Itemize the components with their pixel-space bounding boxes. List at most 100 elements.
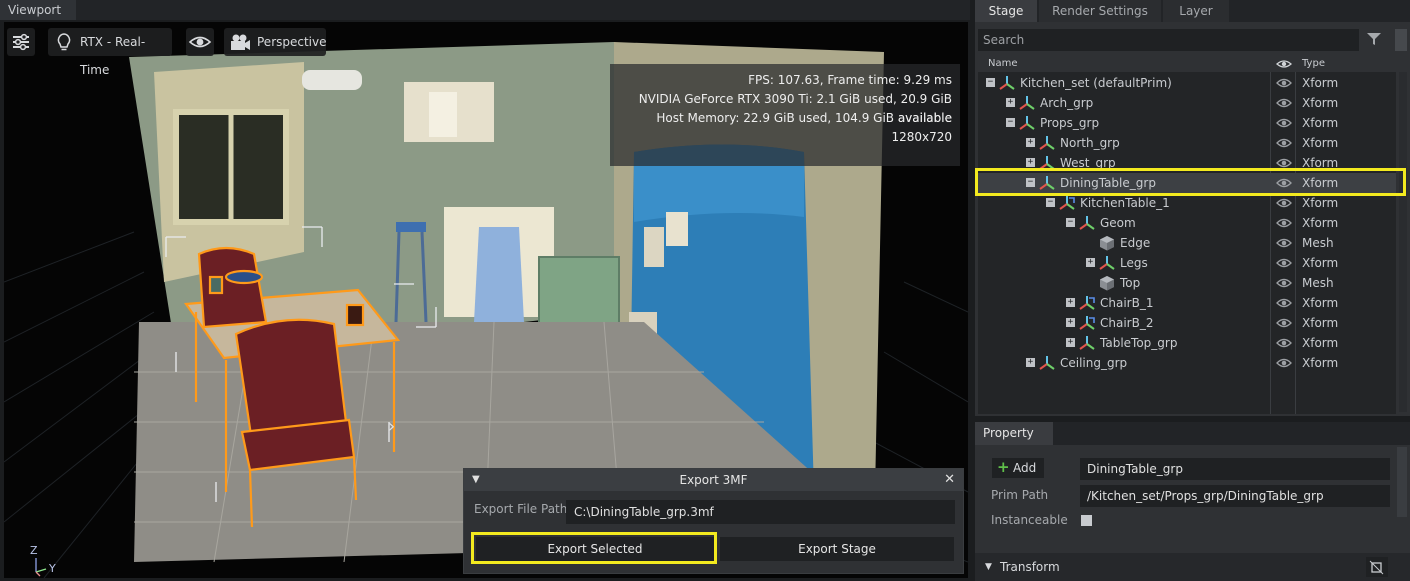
prim-type: Mesh	[1302, 276, 1334, 290]
prim-type: Xform	[1302, 296, 1339, 310]
visibility-eye-icon[interactable]	[1276, 357, 1292, 369]
column-type-header[interactable]: Type	[1302, 58, 1325, 69]
transform-options-icon[interactable]	[1366, 557, 1388, 577]
tree-row[interactable]: + North_grp Xform	[978, 133, 1396, 153]
viewport-tabbar: Viewport	[0, 0, 970, 20]
expand-icon[interactable]: +	[1066, 338, 1075, 347]
visibility-column-eye-icon[interactable]	[1276, 59, 1292, 69]
transform-section-header[interactable]: ▼ Transform	[975, 553, 1410, 581]
instanceable-checkbox[interactable]	[1081, 515, 1092, 526]
export-stage-button[interactable]: Export Stage	[720, 537, 954, 561]
visibility-eye-icon[interactable]	[1276, 257, 1292, 269]
tree-row[interactable]: + Legs Xform	[978, 253, 1396, 273]
visibility-eye-icon[interactable]	[1276, 317, 1292, 329]
visibility-eye-icon[interactable]	[1276, 277, 1292, 289]
eye-icon	[188, 36, 212, 48]
camera-icon	[231, 34, 250, 50]
tree-row[interactable]: − DiningTable_grp Xform	[978, 173, 1396, 193]
export-3mf-dialog: Export 3MF ▼ ✕ Export File Path C:\Dinin…	[463, 468, 964, 574]
collapse-icon[interactable]: −	[1046, 198, 1055, 207]
mesh-cube-icon	[1100, 276, 1114, 291]
tree-row[interactable]: − Props_grp Xform	[978, 113, 1396, 133]
search-scrollbar[interactable]	[1395, 29, 1407, 51]
tree-row[interactable]: − Geom Xform	[978, 213, 1396, 233]
tree-row[interactable]: Top Mesh	[978, 273, 1396, 293]
visibility-eye-icon[interactable]	[1276, 337, 1292, 349]
export-selected-button[interactable]: Export Selected	[476, 537, 714, 561]
expand-icon[interactable]: +	[1086, 258, 1095, 267]
instanceable-label: Instanceable	[991, 513, 1068, 527]
column-name-header[interactable]: Name	[988, 58, 1018, 69]
visibility-eye-icon[interactable]	[1276, 97, 1292, 109]
collapse-icon[interactable]: −	[1006, 118, 1015, 127]
close-icon[interactable]: ✕	[944, 469, 955, 491]
visibility-eye-icon[interactable]	[1276, 117, 1292, 129]
stage-search-input[interactable]: Search	[978, 29, 1359, 51]
visibility-eye-icon[interactable]	[1276, 137, 1292, 149]
settings-sliders-button[interactable]	[7, 28, 35, 56]
prim-path-label: Prim Path	[991, 488, 1049, 502]
tree-header: Name Type	[978, 56, 1396, 72]
xform-icon	[1099, 256, 1115, 270]
visibility-eye-icon[interactable]	[1276, 237, 1292, 249]
expand-icon[interactable]: +	[1026, 138, 1035, 147]
tree-row[interactable]: − Kitchen_set (defaultPrim) Xform	[978, 73, 1396, 93]
resolution-stat: 1280x720	[891, 130, 952, 144]
axis-z-label: Z	[30, 544, 38, 557]
prim-type: Xform	[1302, 336, 1339, 350]
property-scrollbar[interactable]	[1397, 447, 1407, 517]
tree-row[interactable]: + Ceiling_grp Xform	[978, 353, 1396, 373]
visibility-eye-icon[interactable]	[1276, 197, 1292, 209]
visibility-button[interactable]	[186, 28, 214, 56]
xform-icon	[1039, 136, 1055, 150]
host-memory-stat: Host Memory: 22.9 GiB used, 104.9 GiB av…	[656, 111, 952, 125]
collapse-icon[interactable]: −	[1066, 218, 1075, 227]
renderer-button[interactable]: RTX - Real-Time	[48, 28, 172, 77]
dialog-title: Export 3MF	[464, 469, 963, 491]
tab-layer[interactable]: Layer	[1163, 0, 1229, 22]
tree-row[interactable]: + ChairB_1 Xform	[978, 293, 1396, 313]
xform-icon	[1039, 176, 1055, 190]
xform-icon	[1019, 96, 1035, 110]
expand-icon[interactable]: +	[1006, 98, 1015, 107]
prim-name-input[interactable]: DiningTable_grp	[1080, 458, 1390, 480]
expand-icon[interactable]: +	[1026, 158, 1035, 167]
visibility-eye-icon[interactable]	[1276, 157, 1292, 169]
export-path-input[interactable]: C:\DiningTable_grp.3mf	[566, 500, 955, 524]
prim-path-input[interactable]: /Kitchen_set/Props_grp/DiningTable_grp	[1080, 485, 1390, 507]
visibility-eye-icon[interactable]	[1276, 297, 1292, 309]
camera-button[interactable]: Perspective	[224, 28, 327, 56]
property-panel: + Add DiningTable_grp Prim Path /Kitchen…	[975, 445, 1410, 581]
expand-icon[interactable]: +	[1066, 318, 1075, 327]
visibility-eye-icon[interactable]	[1276, 77, 1292, 89]
tree-scrollbar[interactable]	[1399, 72, 1407, 412]
renderer-label: RTX - Real-Time	[80, 35, 146, 77]
tab-property[interactable]: Property	[975, 422, 1053, 445]
expand-icon[interactable]: +	[1026, 358, 1035, 367]
collapse-icon[interactable]: −	[1026, 178, 1035, 187]
collapse-icon[interactable]: −	[986, 78, 995, 87]
stage-tree: Name Type − Kitchen_set (defaultPrim) Xfor…	[978, 56, 1396, 414]
tab-stage[interactable]: Stage	[975, 0, 1037, 22]
tree-row[interactable]: + Arch_grp Xform	[978, 93, 1396, 113]
expand-icon[interactable]: +	[1066, 298, 1075, 307]
prim-name: Kitchen_set (defaultPrim)	[1020, 76, 1172, 90]
visibility-eye-icon[interactable]	[1276, 217, 1292, 229]
prim-name: Edge	[1120, 236, 1151, 250]
tab-render-settings[interactable]: Render Settings	[1039, 0, 1161, 22]
add-property-button[interactable]: + Add	[992, 458, 1044, 478]
filter-icon[interactable]	[1367, 33, 1381, 45]
prim-name: DiningTable_grp	[1060, 176, 1156, 190]
fps-stat: FPS: 107.63, Frame time: 9.29 ms	[748, 73, 952, 87]
tab-viewport[interactable]: Viewport	[0, 0, 76, 20]
tree-row[interactable]: + ChairB_2 Xform	[978, 313, 1396, 333]
visibility-eye-icon[interactable]	[1276, 177, 1292, 189]
xform-ref-icon	[1079, 316, 1095, 330]
tree-row[interactable]: Edge Mesh	[978, 233, 1396, 253]
tree-row[interactable]: + West_grp Xform	[978, 153, 1396, 173]
tree-row[interactable]: − KitchenTable_1 Xform	[978, 193, 1396, 213]
tree-row[interactable]: + TableTop_grp Xform	[978, 333, 1396, 353]
prim-type: Mesh	[1302, 236, 1334, 250]
collapse-triangle-icon: ▼	[985, 562, 992, 572]
collapse-triangle-icon[interactable]: ▼	[472, 469, 480, 491]
